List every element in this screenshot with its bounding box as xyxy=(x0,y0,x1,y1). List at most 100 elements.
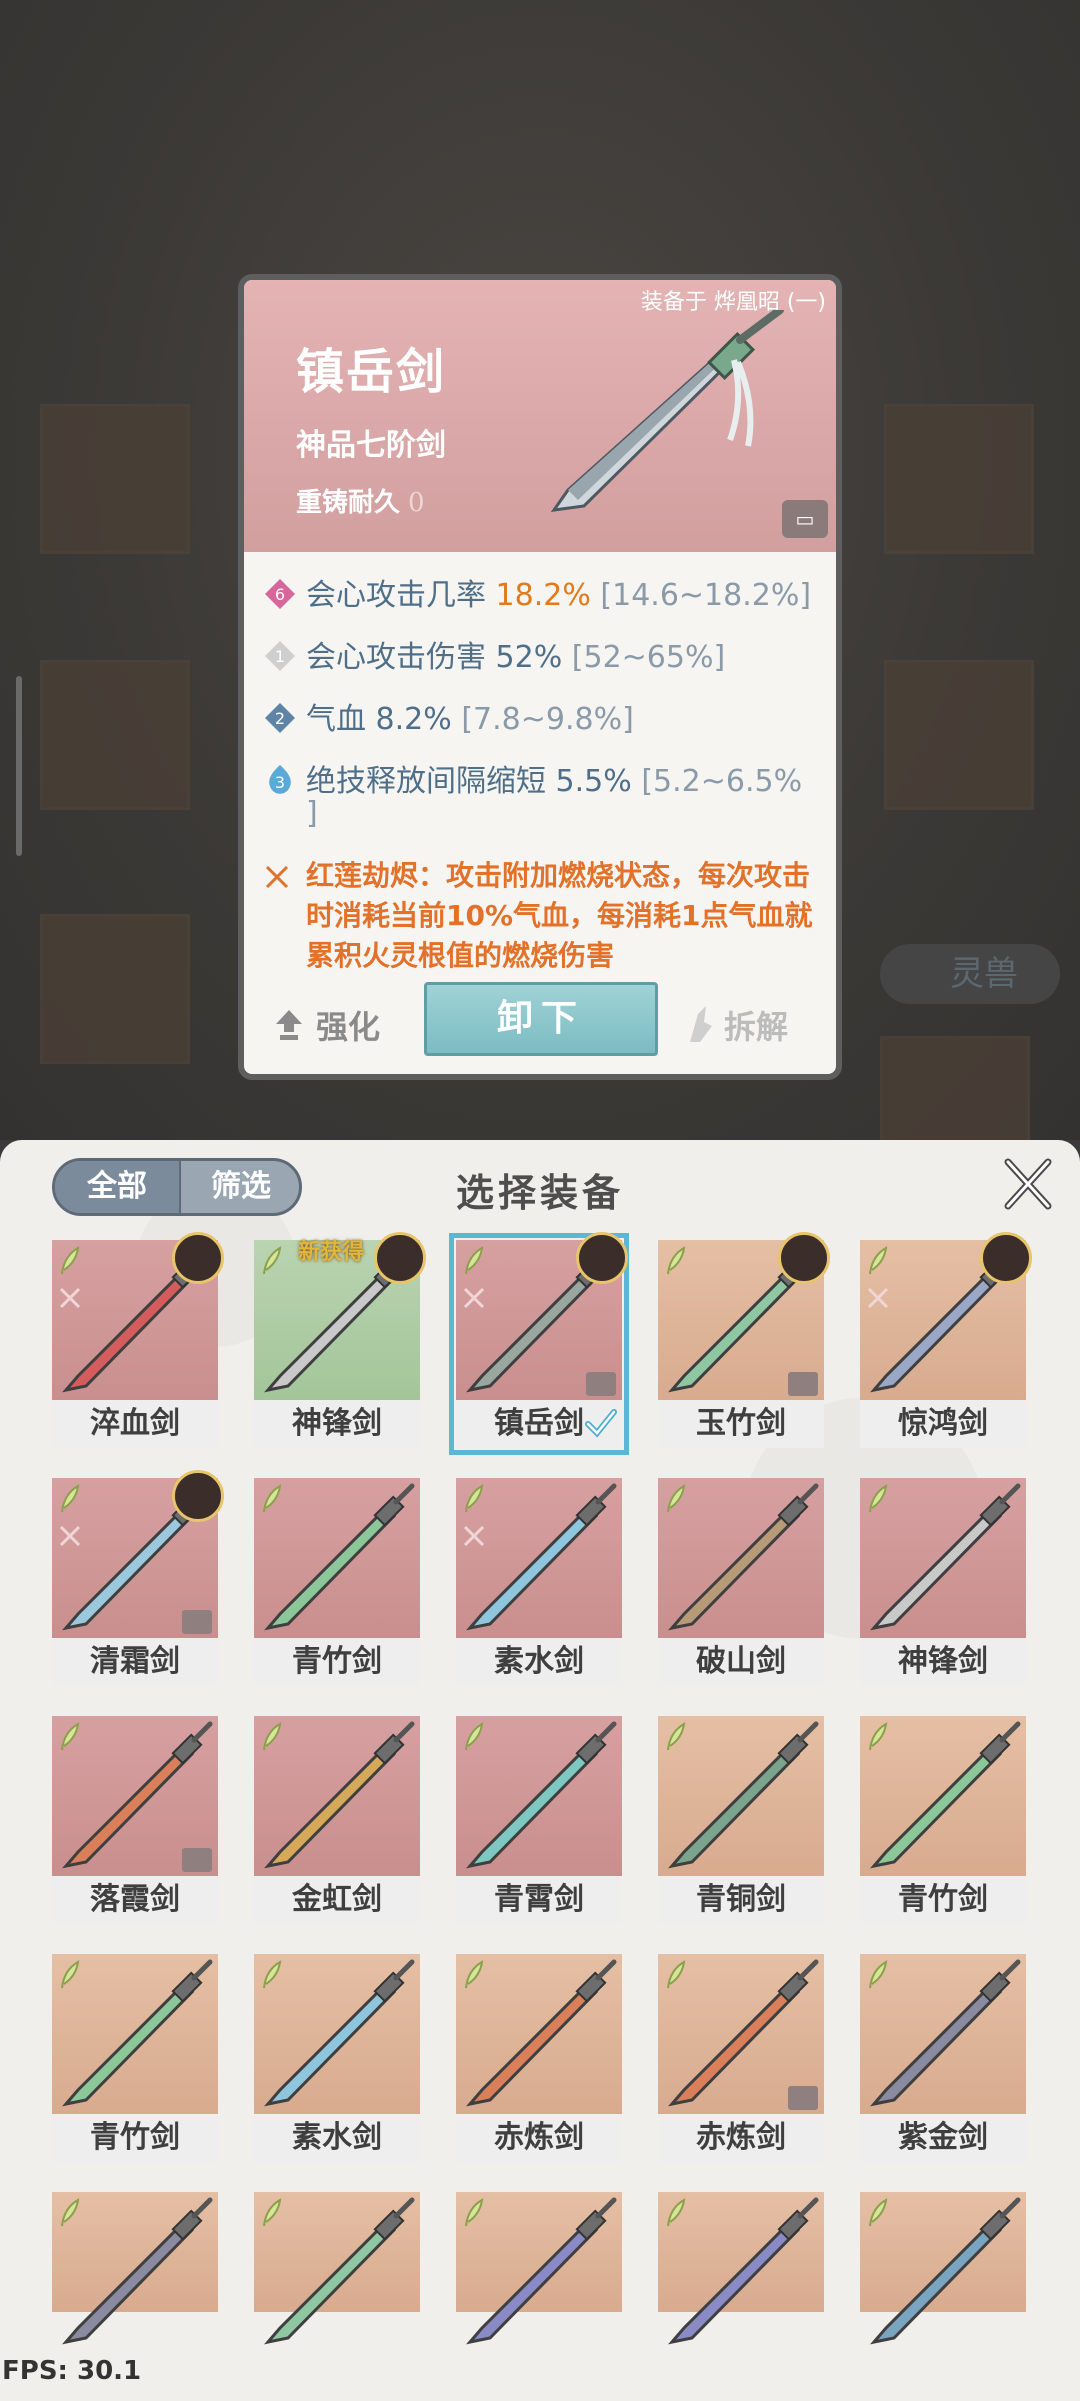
equipment-tile[interactable]: 玉竹剑 xyxy=(658,1232,830,1448)
bg-equip-slot xyxy=(40,660,190,810)
wood-element-icon xyxy=(465,2198,484,2227)
svg-text:6: 6 xyxy=(275,585,285,604)
equipment-tile[interactable] xyxy=(860,2192,1026,2345)
checkmark-icon xyxy=(585,1409,617,1438)
equipment-name: 素水剑 xyxy=(456,1638,622,1686)
recast-durability: 重铸耐久 0 xyxy=(296,488,425,518)
equipment-name: 落霞剑 xyxy=(52,1876,218,1924)
wood-element-icon xyxy=(465,1722,484,1751)
equipment-name: 紫金剑 xyxy=(860,2114,1026,2162)
wood-element-icon xyxy=(667,1484,686,1513)
item-grade: 神品七阶剑 xyxy=(296,428,446,463)
svg-text:2: 2 xyxy=(275,709,285,728)
lock-icon xyxy=(182,1610,212,1634)
bg-scrollbar xyxy=(16,676,22,856)
equipment-tile[interactable]: 赤炼剑 xyxy=(456,1954,622,2162)
owner-avatar xyxy=(778,1232,830,1284)
equipment-tile[interactable]: 落霞剑 xyxy=(52,1716,218,1924)
equipment-name: 神锋剑 xyxy=(860,1638,1026,1686)
stat-level-badge-icon: 6 xyxy=(265,579,295,609)
equipment-tile[interactable]: 金虹剑 xyxy=(254,1716,420,1924)
equipment-name: 赤炼剑 xyxy=(658,2114,824,2162)
equipment-tile[interactable]: 青竹剑 xyxy=(254,1478,420,1686)
equipment-name: 神锋剑 xyxy=(254,1400,420,1448)
wood-element-icon xyxy=(869,1246,888,1275)
panel-title: 选择装备 xyxy=(455,1170,624,1215)
equipment-tile[interactable]: 清霜剑 xyxy=(52,1470,224,1686)
equipment-tile[interactable]: 青霄剑 xyxy=(456,1716,622,1924)
fps-counter: FPS: 30.1 xyxy=(2,2356,142,2386)
wood-element-icon xyxy=(263,1960,282,1989)
owner-avatar xyxy=(576,1232,628,1284)
wood-element-icon xyxy=(465,1246,484,1275)
owner-avatar xyxy=(980,1232,1032,1284)
new-tag: 新获得 xyxy=(298,1239,365,1265)
fire-skill-icon xyxy=(59,1287,81,1309)
wood-element-icon xyxy=(61,1722,80,1751)
stat-level-badge-icon: 3 xyxy=(269,765,291,794)
equipment-tile[interactable]: 破山剑 xyxy=(658,1478,824,1686)
equipment-tile[interactable]: 神锋剑 xyxy=(860,1478,1026,1686)
equipment-tile[interactable]: 淬血剑 xyxy=(52,1232,224,1448)
lock-icon xyxy=(586,1372,616,1396)
wood-element-icon xyxy=(869,1484,888,1513)
equipment-tile[interactable]: 青竹剑 xyxy=(860,1716,1026,1924)
owner-avatar xyxy=(374,1232,426,1284)
equipment-name: 青竹剑 xyxy=(860,1876,1026,1924)
wood-element-icon xyxy=(61,1484,80,1513)
fire-skill-icon xyxy=(265,865,289,889)
equipment-tile[interactable]: 紫金剑 xyxy=(860,1954,1026,2162)
equipment-name: 青竹剑 xyxy=(254,1638,420,1686)
wood-element-icon xyxy=(465,1960,484,1989)
equipment-tile[interactable]: 惊鸿剑 xyxy=(860,1232,1032,1448)
equipment-tile[interactable]: 青铜剑 xyxy=(658,1716,824,1924)
equipment-detail-card: 装备于 烨凰昭 (一) 镇岳剑 神品七阶剑 重铸耐久 0 ▭ 6 会心攻击几率 1… xyxy=(238,274,842,1080)
equipment-name: 破山剑 xyxy=(658,1638,824,1686)
strengthen-button[interactable]: 强化 xyxy=(274,1002,380,1048)
wood-element-icon xyxy=(465,1484,484,1513)
equipment-name: 金虹剑 xyxy=(254,1876,420,1924)
equipment-tile[interactable]: 镇岳剑 xyxy=(449,1232,629,1455)
owner-avatar xyxy=(172,1232,224,1284)
wood-element-icon xyxy=(667,2198,686,2227)
stat-row: 6 会心攻击几率 18.2% [14.6~18.2%] xyxy=(264,570,834,632)
wood-element-icon xyxy=(869,1960,888,1989)
lock-icon xyxy=(182,1848,212,1872)
wood-element-icon xyxy=(61,1246,80,1275)
equipment-name: 青铜剑 xyxy=(658,1876,824,1924)
wood-element-icon xyxy=(61,1960,80,1989)
recast-durability-value: 0 xyxy=(408,488,425,518)
equipment-name: 淬血剑 xyxy=(52,1400,218,1448)
fire-skill-icon xyxy=(59,1525,81,1547)
svg-text:1: 1 xyxy=(275,647,285,666)
dismantle-button[interactable]: 拆解 xyxy=(684,1002,788,1048)
equipment-tile[interactable]: 素水剑 xyxy=(254,1954,420,2162)
equipment-tile[interactable] xyxy=(658,2192,824,2345)
equipment-tile[interactable] xyxy=(456,2192,622,2345)
owner-avatar xyxy=(172,1470,224,1522)
equipment-name: 惊鸿剑 xyxy=(860,1400,1026,1448)
equipment-select-panel: 全部 筛选 选择装备 淬血剑 新获得 神锋剑 镇岳剑 玉竹剑 惊鸿剑 清霜剑 青竹剑 素水剑 破山… xyxy=(0,1140,1080,2401)
sword-illustration xyxy=(550,310,784,512)
item-name: 镇岳剑 xyxy=(296,344,447,400)
wood-element-icon xyxy=(869,1722,888,1751)
wood-element-icon xyxy=(263,2198,282,2227)
wood-element-icon xyxy=(667,1722,686,1751)
equipment-tile[interactable] xyxy=(254,2192,420,2345)
unequip-button[interactable]: 卸下 xyxy=(424,982,658,1056)
equipment-tile[interactable] xyxy=(52,2192,218,2345)
equipment-tile[interactable]: 赤炼剑 xyxy=(658,1954,824,2162)
bg-equip-slot xyxy=(40,404,190,554)
equipment-name: 青竹剑 xyxy=(52,2114,218,2162)
fire-skill-icon xyxy=(867,1287,889,1309)
lock-icon[interactable]: ▭ xyxy=(782,500,828,538)
wood-element-icon xyxy=(61,2198,80,2227)
bg-spirit-beast-chip: 灵兽 xyxy=(880,944,1060,1004)
close-icon[interactable] xyxy=(1000,1156,1056,1212)
equipment-tile[interactable]: 素水剑 xyxy=(456,1478,622,1686)
equipment-tile[interactable]: 青竹剑 xyxy=(52,1954,218,2162)
equipment-tile[interactable]: 新获得神锋剑 xyxy=(254,1232,426,1448)
svg-text:3: 3 xyxy=(275,773,285,792)
stat-row: 1 会心攻击伤害 52% [52~65%] xyxy=(264,632,834,694)
stat-range-wrap: ] xyxy=(306,796,318,831)
